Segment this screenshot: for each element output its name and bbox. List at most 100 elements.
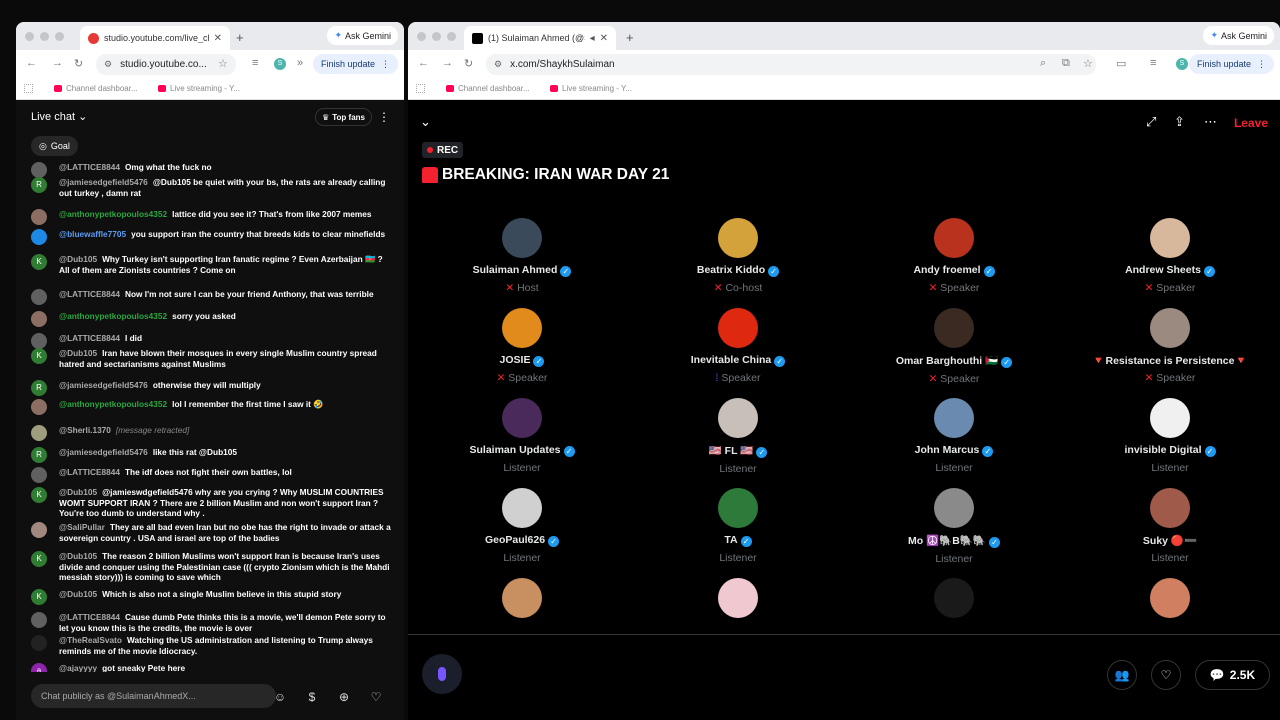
bookmark-live-streaming[interactable]: Live streaming - Y... — [550, 84, 632, 93]
people-button[interactable]: 👥 — [1107, 660, 1137, 690]
participant-avatar[interactable] — [934, 308, 974, 348]
avatar[interactable] — [31, 399, 47, 415]
chat-author[interactable]: @anthonypetkopoulos4352 — [59, 399, 167, 409]
chat-message[interactable]: K @Dub105 Iran have blown their mosques in… — [31, 348, 391, 369]
chat-author[interactable]: @jamiesedgefield5476 — [59, 380, 148, 390]
close-tab-icon[interactable]: ✕ — [214, 33, 222, 44]
participant[interactable]: Sulaiman Ahmed ✓ ✕ Host — [414, 218, 630, 294]
participant-avatar[interactable] — [502, 488, 542, 528]
avatar[interactable]: K — [31, 487, 47, 503]
chat-author[interactable]: @anthonypetkopoulos4352 — [59, 311, 167, 321]
minimize-chevron-icon[interactable]: ⌄ — [420, 114, 431, 130]
chat-author[interactable]: @LATTICE8844 — [59, 333, 120, 343]
apps-grid-icon[interactable] — [416, 84, 425, 93]
chat-input[interactable]: Chat publicly as @SulaimanAhmedX... — [31, 684, 276, 708]
chat-message[interactable]: K @Dub105 The reason 2 billion Muslims won… — [31, 551, 391, 583]
new-tab-icon[interactable]: + — [626, 30, 634, 45]
share-icon[interactable]: ⇪ — [1174, 114, 1185, 130]
reload-icon[interactable]: ↻ — [74, 57, 83, 70]
participant-avatar[interactable] — [934, 488, 974, 528]
chat-message[interactable]: @LATTICE8844 The idf does not fight their… — [31, 467, 391, 483]
participant[interactable]: TA ✓ Listener — [630, 488, 846, 564]
avatar[interactable] — [31, 522, 47, 538]
avatar[interactable] — [31, 333, 47, 349]
bookmark-channel-dashboard[interactable]: Channel dashboar... — [54, 84, 138, 93]
chat-message[interactable]: R @jamiesedgefield5476 @Dub105 be quiet wi… — [31, 177, 391, 198]
participant[interactable]: Suky 🔴➖ Listener — [1062, 488, 1278, 564]
participant-avatar[interactable] — [502, 398, 542, 438]
chat-author[interactable]: @jamiesedgefield5476 — [59, 177, 148, 187]
chat-message[interactable]: a @ajayyyy got sneaky Pete here — [31, 663, 391, 672]
chat-message[interactable]: @SaliPullar They are all bad even Iran bu… — [31, 522, 391, 543]
speaker-icon[interactable]: ◂ — [590, 33, 595, 44]
participant[interactable]: invisible Digital ✓ Listener — [1062, 398, 1278, 474]
avatar[interactable] — [31, 162, 47, 178]
participant[interactable]: Andrew Sheets ✓ ✕ Speaker — [1062, 218, 1278, 294]
goal-chip[interactable]: ◎ Goal — [31, 136, 78, 156]
chat-message[interactable]: @LATTICE8844 I did — [31, 333, 391, 349]
chat-message[interactable]: @TheRealSvato Watching the US administrat… — [31, 635, 391, 656]
avatar[interactable] — [31, 209, 47, 225]
new-tab-icon[interactable]: + — [236, 30, 244, 45]
avatar[interactable] — [31, 467, 47, 483]
back-icon[interactable]: ← — [418, 57, 429, 69]
participant-avatar[interactable] — [1150, 488, 1190, 528]
participant-avatar[interactable] — [934, 398, 974, 438]
participant[interactable]: 🔻Resistance is Persistence🔻 ✕ Speaker — [1062, 308, 1278, 384]
participant-avatar[interactable] — [502, 218, 542, 258]
participant-avatar[interactable] — [934, 218, 974, 258]
forward-icon[interactable]: → — [442, 57, 453, 69]
avatar[interactable]: K — [31, 551, 47, 567]
profile-avatar[interactable]: S — [1176, 58, 1188, 70]
avatar[interactable]: K — [31, 589, 47, 605]
chat-author[interactable]: @Sherli.1370 — [59, 425, 111, 435]
address-bar[interactable]: ⚙ studio.youtube.co... — [96, 54, 236, 75]
browser-tab[interactable]: (1) Sulaiman Ahmed (@ShaykhSulaiman) ◂ ✕ — [464, 26, 616, 50]
cast-icon[interactable]: ≡ — [1150, 57, 1156, 69]
chat-author[interactable]: @ajayyyy — [59, 663, 97, 672]
bookmark-live-streaming[interactable]: Live streaming - Y... — [158, 84, 240, 93]
avatar[interactable] — [31, 289, 47, 305]
participant[interactable] — [846, 578, 1062, 618]
top-fans-button[interactable]: ♛ Top fans — [315, 108, 372, 126]
chat-author[interactable]: @Dub105 — [59, 551, 97, 561]
emoji-icon[interactable]: ☺ — [273, 690, 287, 704]
chat-message-list[interactable]: @LATTICE8844 Omg what the fuck no R @jamies… — [16, 162, 404, 672]
chat-message[interactable]: @LATTICE8844 Omg what the fuck no — [31, 162, 391, 178]
address-bar[interactable]: ⚙ x.com/ShaykhSulaiman — [486, 54, 1096, 75]
ask-gemini-button[interactable]: ✦ Ask Gemini — [327, 26, 398, 45]
apps-grid-icon[interactable] — [24, 84, 33, 93]
profile-avatar[interactable]: S — [274, 58, 286, 70]
bookmark-star-icon[interactable]: ☆ — [218, 57, 228, 70]
close-tab-icon[interactable]: ✕ — [600, 33, 608, 44]
more-icon[interactable]: ⋯ — [1204, 114, 1217, 130]
participant-avatar[interactable] — [718, 218, 758, 258]
heart-icon[interactable]: ♡ — [369, 690, 383, 704]
reactions-button[interactable]: ♡ — [1151, 660, 1181, 690]
participant[interactable]: Beatrix Kiddo ✓ ✕ Co-host — [630, 218, 846, 294]
avatar[interactable] — [31, 229, 47, 245]
microphone-button[interactable] — [422, 654, 462, 694]
chat-author[interactable]: @Dub105 — [59, 348, 97, 358]
back-icon[interactable]: ← — [26, 57, 37, 69]
expand-icon[interactable]: ⤢ — [1146, 114, 1156, 130]
chat-author[interactable]: @LATTICE8844 — [59, 162, 120, 172]
more-tabs-icon[interactable]: » — [297, 57, 303, 69]
chat-menu-icon[interactable]: ⋮ — [378, 110, 390, 124]
chat-message[interactable]: K @Dub105 @jamieswdgefield5476 why are you… — [31, 487, 391, 519]
participant-avatar[interactable] — [1150, 398, 1190, 438]
participant[interactable]: John Marcus ✓ Listener — [846, 398, 1062, 474]
avatar[interactable] — [31, 311, 47, 327]
participant-avatar[interactable] — [502, 578, 542, 618]
participant[interactable]: Sulaiman Updates ✓ Listener — [414, 398, 630, 474]
participant-avatar[interactable] — [718, 578, 758, 618]
participant-avatar[interactable] — [1150, 308, 1190, 348]
forward-icon[interactable]: → — [52, 57, 63, 69]
avatar[interactable]: R — [31, 177, 47, 193]
participant[interactable] — [1062, 578, 1278, 618]
browser-tab[interactable]: studio.youtube.com/live_chat ✕ — [80, 26, 230, 50]
chat-author[interactable]: @Dub105 — [59, 254, 97, 264]
participant-avatar[interactable] — [718, 398, 758, 438]
chat-message[interactable]: @bluewaffle7705 you support iran the coun… — [31, 229, 391, 245]
chat-message[interactable]: R @jamiesedgefield5476 like this rat @Dub1… — [31, 447, 391, 463]
